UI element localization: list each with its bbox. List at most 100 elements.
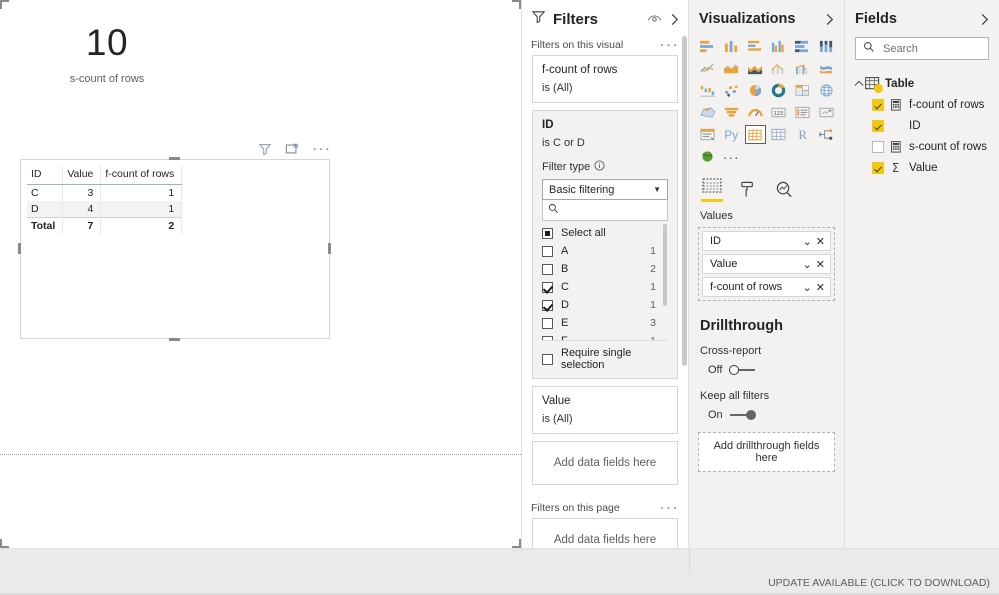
- fields-table-node[interactable]: Table: [845, 73, 999, 94]
- resize-handle-right[interactable]: [328, 243, 331, 254]
- stacked-column-chart-icon[interactable]: [721, 37, 742, 56]
- checkbox-icon[interactable]: [872, 161, 884, 174]
- clustered-bar-chart-icon[interactable]: [745, 37, 766, 56]
- field-row-value[interactable]: Σ Value: [845, 157, 999, 178]
- checkbox-icon[interactable]: [542, 263, 553, 275]
- checkbox-icon[interactable]: [872, 98, 884, 111]
- decomposition-tree-icon[interactable]: [816, 125, 837, 144]
- filter-card-fcount[interactable]: f-count of rows is (All): [532, 55, 678, 103]
- fields-tree[interactable]: Table f-count of rows ID s-count of rows…: [845, 60, 999, 178]
- line-chart-icon[interactable]: [697, 59, 718, 78]
- 100-stacked-column-chart-icon[interactable]: [816, 37, 837, 56]
- donut-chart-icon[interactable]: [769, 81, 790, 100]
- stacked-bar-chart-icon[interactable]: [697, 37, 718, 56]
- chevron-up-icon[interactable]: [854, 79, 865, 89]
- table-column-header[interactable]: ID: [27, 166, 64, 185]
- checkbox-icon[interactable]: [542, 353, 553, 365]
- scatter-chart-icon[interactable]: [721, 81, 742, 100]
- multi-row-card-icon[interactable]: [792, 103, 813, 122]
- well-item-fcount[interactable]: f-count of rows ⌄ ✕: [702, 277, 831, 297]
- info-icon[interactable]: [594, 160, 605, 174]
- collapse-pane-chevron-icon[interactable]: [669, 13, 680, 26]
- pie-chart-icon[interactable]: [745, 81, 766, 100]
- resize-handle-bottom-right[interactable]: [0, 27, 9, 36]
- chevron-down-icon[interactable]: ⌄: [803, 258, 812, 271]
- line-stacked-column-chart-icon[interactable]: [769, 59, 790, 78]
- well-item-value[interactable]: Value ⌄ ✕: [702, 254, 831, 274]
- resize-handle-top[interactable]: [169, 157, 180, 160]
- filter-card-id-expanded[interactable]: ID is C or D Filter type Basic filtering…: [532, 110, 678, 379]
- resize-handle-top-left[interactable]: [0, 0, 9, 9]
- field-row-fcount[interactable]: f-count of rows: [845, 94, 999, 115]
- table-column-header[interactable]: Value: [62, 166, 102, 185]
- fields-tab[interactable]: [701, 177, 723, 202]
- filters-on-visual-more-icon[interactable]: ···: [660, 37, 680, 52]
- 100-stacked-bar-chart-icon[interactable]: [792, 37, 813, 56]
- resize-handle-bottom[interactable]: [169, 338, 180, 341]
- clustered-column-chart-icon[interactable]: [769, 37, 790, 56]
- card-icon[interactable]: 123: [769, 103, 790, 122]
- filters-pane-scrollbar[interactable]: [682, 36, 687, 366]
- line-clustered-column-chart-icon[interactable]: [792, 59, 813, 78]
- filters-pane[interactable]: Filters Filters on this visual ··· f-cou…: [521, 0, 689, 548]
- filter-values-search[interactable]: [542, 200, 668, 221]
- visualization-type-grid[interactable]: 123 Py R ···: [689, 35, 844, 166]
- field-row-scount[interactable]: s-count of rows: [845, 136, 999, 157]
- checkbox-icon[interactable]: [542, 281, 553, 293]
- table-column-header[interactable]: f-count of rows: [100, 166, 183, 185]
- checkbox-icon[interactable]: [542, 245, 553, 257]
- card-visual[interactable]: 10 s-count of rows: [22, 22, 192, 107]
- collapse-pane-chevron-icon[interactable]: [979, 13, 990, 26]
- cross-report-toggle-row[interactable]: Off: [689, 357, 844, 376]
- r-script-visual-icon[interactable]: R: [792, 125, 813, 144]
- filter-icon[interactable]: [258, 142, 272, 156]
- filters-on-page-more-icon[interactable]: ···: [660, 500, 680, 515]
- filter-list-scrollbar[interactable]: [663, 224, 667, 306]
- require-single-selection-row[interactable]: Require single selection: [542, 347, 668, 371]
- table-row[interactable]: D 4 1: [27, 201, 183, 218]
- keep-all-filters-toggle-row[interactable]: On: [689, 402, 844, 421]
- values-well[interactable]: ID ⌄ ✕ Value ⌄ ✕ f-count of rows ⌄ ✕: [698, 227, 835, 301]
- filled-map-icon[interactable]: [697, 103, 718, 122]
- checkbox-icon[interactable]: [542, 317, 553, 329]
- format-tab[interactable]: [739, 180, 758, 202]
- page-filter-dropzone[interactable]: Add data fields here: [532, 518, 678, 548]
- checkbox-icon[interactable]: [872, 119, 884, 132]
- visualizations-pane[interactable]: Visualizations 123 Py R ··· Values ID ⌄ …: [689, 0, 845, 548]
- fields-search[interactable]: [855, 37, 989, 60]
- well-item-id[interactable]: ID ⌄ ✕: [702, 231, 831, 251]
- filter-item-c[interactable]: C 1: [542, 278, 668, 296]
- map-icon[interactable]: [816, 81, 837, 100]
- arcgis-map-icon[interactable]: [697, 147, 718, 166]
- analytics-tab[interactable]: [774, 180, 794, 202]
- filter-item-b[interactable]: B 2: [542, 260, 668, 278]
- remove-field-icon[interactable]: ✕: [816, 258, 825, 271]
- stacked-area-chart-icon[interactable]: [745, 59, 766, 78]
- checkbox-icon[interactable]: [542, 227, 553, 239]
- kpi-icon[interactable]: [816, 103, 837, 122]
- filter-item-select-all[interactable]: Select all: [542, 224, 668, 242]
- visual-filter-dropzone[interactable]: Add data fields here: [532, 441, 678, 485]
- treemap-icon[interactable]: [792, 81, 813, 100]
- visual-more-options-icon[interactable]: ···: [312, 141, 332, 156]
- filter-item-a[interactable]: A 1: [542, 242, 668, 260]
- chevron-down-icon[interactable]: ⌄: [803, 281, 812, 294]
- slicer-icon[interactable]: [697, 125, 718, 144]
- filter-item-e[interactable]: E 3: [542, 314, 668, 332]
- table-icon[interactable]: [744, 125, 766, 144]
- report-canvas[interactable]: 10 s-count of rows ··· ID Value f-count …: [0, 0, 521, 548]
- keep-all-filters-toggle[interactable]: [729, 410, 757, 420]
- remove-field-icon[interactable]: ✕: [816, 235, 825, 248]
- resize-handle-top-right[interactable]: [0, 9, 9, 18]
- field-row-id[interactable]: ID: [845, 115, 999, 136]
- area-chart-icon[interactable]: [721, 59, 742, 78]
- update-available-link[interactable]: UPDATE AVAILABLE (CLICK TO DOWNLOAD): [768, 577, 990, 589]
- remove-field-icon[interactable]: ✕: [816, 281, 825, 294]
- funnel-chart-icon[interactable]: [721, 103, 742, 122]
- chevron-down-icon[interactable]: ⌄: [803, 235, 812, 248]
- more-visuals-icon[interactable]: ···: [721, 147, 742, 166]
- filter-card-value[interactable]: Value is (All): [532, 386, 678, 434]
- checkbox-icon[interactable]: [542, 335, 553, 340]
- waterfall-chart-icon[interactable]: [697, 81, 718, 100]
- focus-mode-icon[interactable]: [285, 142, 299, 156]
